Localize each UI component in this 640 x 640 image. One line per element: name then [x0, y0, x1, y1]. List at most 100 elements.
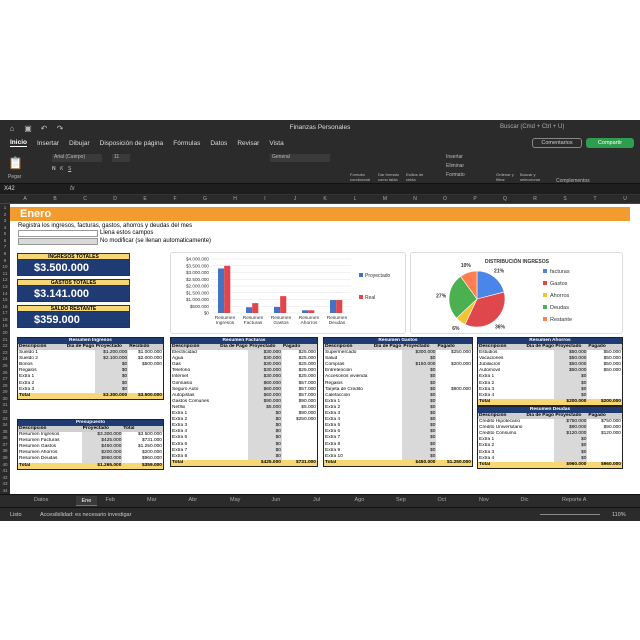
row-header[interactable]: 15 [0, 297, 10, 302]
name-box[interactable]: X42 [4, 186, 15, 192]
row-header[interactable]: 32 [0, 409, 10, 414]
sheet-tab-jun[interactable]: Jun [272, 497, 281, 503]
row-header[interactable]: 5 [0, 231, 10, 236]
row-header[interactable]: 25 [0, 363, 10, 368]
row-header[interactable]: 27 [0, 376, 10, 381]
column-header[interactable]: O [430, 196, 460, 202]
row-header[interactable]: 28 [0, 383, 10, 388]
row-header[interactable]: 22 [0, 343, 10, 348]
underline-button[interactable]: S [68, 166, 71, 172]
row-header[interactable]: 7 [0, 244, 10, 249]
row-header[interactable]: 34 [0, 422, 10, 427]
delete-button[interactable]: Eliminar [446, 163, 464, 169]
row-header[interactable]: 14 [0, 291, 10, 296]
column-header[interactable]: L [340, 196, 370, 202]
row-header[interactable]: 42 [0, 475, 10, 480]
menu-5[interactable]: Datos [210, 140, 227, 147]
row-header[interactable]: 39 [0, 455, 10, 460]
row-header[interactable]: 30 [0, 396, 10, 401]
bar-real[interactable] [336, 300, 343, 313]
column-header[interactable]: T [580, 196, 610, 202]
insert-button[interactable]: Insertar [446, 154, 463, 160]
sheet-tab-nov[interactable]: Nov [479, 497, 489, 503]
bar-proyectado[interactable] [218, 268, 225, 313]
row-header[interactable]: 31 [0, 402, 10, 407]
share-button[interactable]: Compartir [586, 138, 634, 148]
row-header[interactable]: 10 [0, 264, 10, 269]
row-header[interactable]: 4 [0, 225, 10, 230]
paste-button[interactable]: Pegar [8, 174, 21, 180]
menu-4[interactable]: Fórmulas [173, 140, 200, 147]
font-select[interactable]: Arial (Cuerpo) [52, 154, 102, 162]
row-header[interactable]: 9 [0, 258, 10, 263]
bar-proyectado[interactable] [330, 300, 337, 313]
sheet-tab-sep[interactable]: Sep [396, 497, 406, 503]
cell-styles-button[interactable]: Estilos de celda [406, 172, 428, 182]
bar-real[interactable] [224, 265, 231, 313]
row-header[interactable]: 2 [0, 212, 10, 217]
column-header[interactable]: D [100, 196, 130, 202]
zoom-slider[interactable] [540, 514, 600, 515]
accessibility-status[interactable]: Accesibilidad: es necesario investigar [40, 512, 131, 518]
sheet-tab-feb[interactable]: Feb [106, 497, 115, 503]
menu-6[interactable]: Revisar [237, 140, 259, 147]
bold-button[interactable]: N [52, 166, 56, 172]
bar-proyectado[interactable] [246, 307, 253, 313]
format-button[interactable]: Formato [446, 172, 465, 178]
row-header[interactable]: 26 [0, 370, 10, 375]
column-header[interactable]: U [610, 196, 640, 202]
paste-icon[interactable]: 📋 [8, 156, 23, 170]
column-header[interactable]: J [280, 196, 310, 202]
column-header[interactable]: R [520, 196, 550, 202]
find-select-button[interactable]: Buscar y seleccionar [520, 172, 546, 182]
column-header[interactable]: I [250, 196, 280, 202]
sheet-tab-oct[interactable]: Oct [438, 497, 447, 503]
row-header[interactable]: 13 [0, 284, 10, 289]
row-header[interactable]: 21 [0, 337, 10, 342]
fx-icon[interactable]: fx [70, 186, 75, 192]
zoom-level[interactable]: 110% [612, 512, 626, 518]
menu-1[interactable]: Insertar [37, 140, 59, 147]
row-header[interactable]: 29 [0, 389, 10, 394]
row-header[interactable]: 33 [0, 416, 10, 421]
row-header[interactable]: 41 [0, 468, 10, 473]
number-format-select[interactable]: General [270, 154, 330, 162]
sheet-tab-abr[interactable]: Abr [189, 497, 198, 503]
row-header[interactable]: 12 [0, 277, 10, 282]
row-header[interactable]: 36 [0, 435, 10, 440]
font-size-select[interactable]: 11 [112, 154, 130, 162]
column-header[interactable]: C [70, 196, 100, 202]
format-table-button[interactable]: Dar formato como tabla [378, 172, 404, 182]
row-header[interactable]: 24 [0, 356, 10, 361]
column-header[interactable]: Q [490, 196, 520, 202]
sheet-tab-may[interactable]: May [230, 497, 240, 503]
italic-button[interactable]: K [60, 166, 63, 172]
row-header[interactable]: 43 [0, 481, 10, 486]
column-header[interactable]: M [370, 196, 400, 202]
sheet-tab-jul[interactable]: Jul [313, 497, 320, 503]
row-header[interactable]: 18 [0, 317, 10, 322]
column-header[interactable]: H [220, 196, 250, 202]
comments-button[interactable]: Comentarios [532, 138, 582, 148]
row-header[interactable]: 35 [0, 429, 10, 434]
column-header[interactable]: A [10, 196, 40, 202]
row-header[interactable]: 8 [0, 251, 10, 256]
conditional-format-button[interactable]: Formato condicional [350, 172, 374, 182]
worksheet[interactable]: Enero Registra los ingresos, facturas, g… [10, 204, 640, 494]
row-header[interactable]: 19 [0, 323, 10, 328]
column-header[interactable]: B [40, 196, 70, 202]
column-header[interactable]: E [130, 196, 160, 202]
sheet-tab-ene[interactable]: Ene [75, 496, 98, 506]
row-header[interactable]: 40 [0, 462, 10, 467]
bar-real[interactable] [280, 296, 287, 313]
row-header[interactable]: 3 [0, 218, 10, 223]
column-header[interactable]: K [310, 196, 340, 202]
row-header[interactable]: 23 [0, 350, 10, 355]
bar-real[interactable] [308, 310, 315, 313]
search-input[interactable]: Buscar (Cmd + Ctrl + U) [500, 124, 564, 130]
row-header[interactable]: 20 [0, 330, 10, 335]
menu-0[interactable]: Inicio [10, 139, 27, 147]
bar-proyectado[interactable] [274, 306, 281, 313]
row-header[interactable]: 17 [0, 310, 10, 315]
sheet-tab-reporte-a[interactable]: Reporte A [562, 497, 586, 503]
